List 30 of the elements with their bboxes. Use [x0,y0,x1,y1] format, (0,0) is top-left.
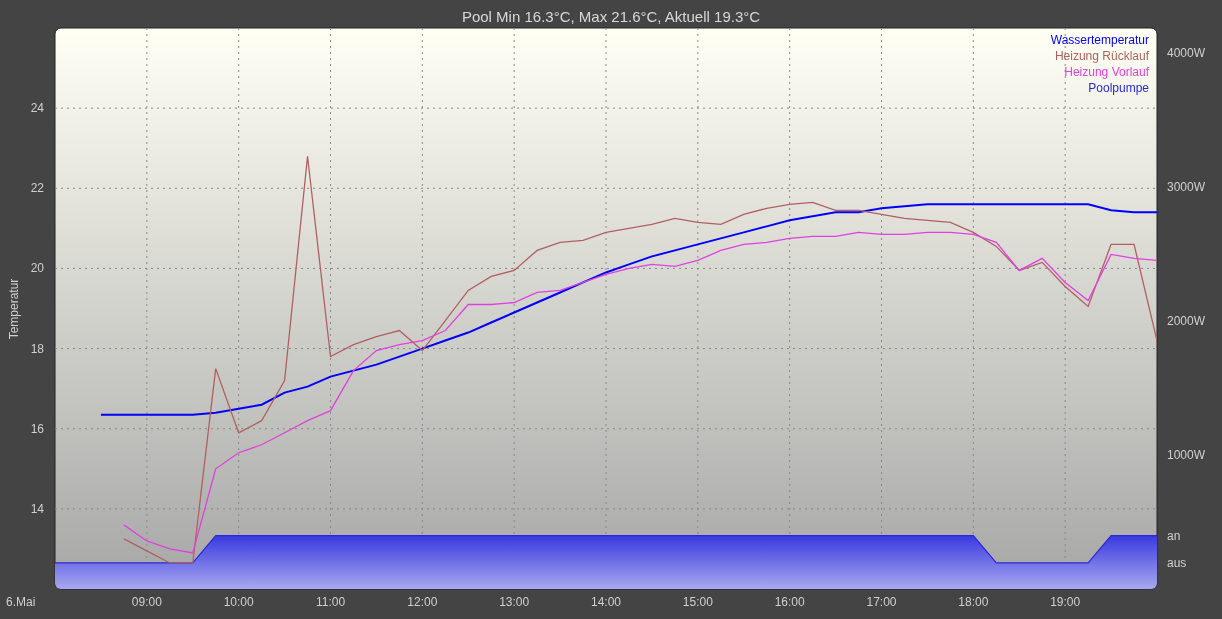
axis-tick-label: 14 [30,501,44,516]
axis-tick-label: 09:00 [131,595,162,609]
chart-title: Pool Min 16.3°C, Max 21.6°C, Aktuell 19.3°C [461,8,761,25]
axis-tick-label: 14:00 [591,595,621,609]
axis-tick-label: 1000W [1167,448,1206,462]
axis-tick-label: 22 [30,181,44,196]
axis-tick-label: 2000W [1167,314,1206,329]
legend-label: Wassertemperatur [1050,33,1149,47]
axis-tick-label: 10:00 [223,595,254,609]
axis-tick-label: 18 [30,341,44,356]
legend-label: Heizung Rücklauf [1054,49,1149,63]
axis-tick-label: 15:00 [682,595,713,609]
legend-label: Poolpumpe [1088,81,1149,95]
axis-tick-label: 24 [30,101,44,116]
axis-tick-label: 4000W [1167,46,1206,61]
axis-tick-label: an [1167,528,1181,543]
axis-title: Temperatur [7,278,21,340]
axis-tick-label: 13:00 [499,595,530,609]
axis-tick-label: 18:00 [958,595,989,609]
axis-tick-label: 3000W [1167,180,1206,195]
axis-tick-label: 19:00 [1050,595,1081,609]
axis-tick-label: 12:00 [407,595,438,609]
axis-tick-label: 11:00 [315,595,346,609]
axis-tick-label: 16:00 [774,595,805,609]
legend-label: Heizung Vorlauf [1064,65,1149,79]
date-label: 6.Mai [6,595,36,609]
axis-tick-label: aus [1167,555,1187,570]
axis-tick-label: 20 [30,261,44,276]
axis-tick-label: 16 [30,421,44,436]
axis-tick-label: 17:00 [866,595,897,609]
